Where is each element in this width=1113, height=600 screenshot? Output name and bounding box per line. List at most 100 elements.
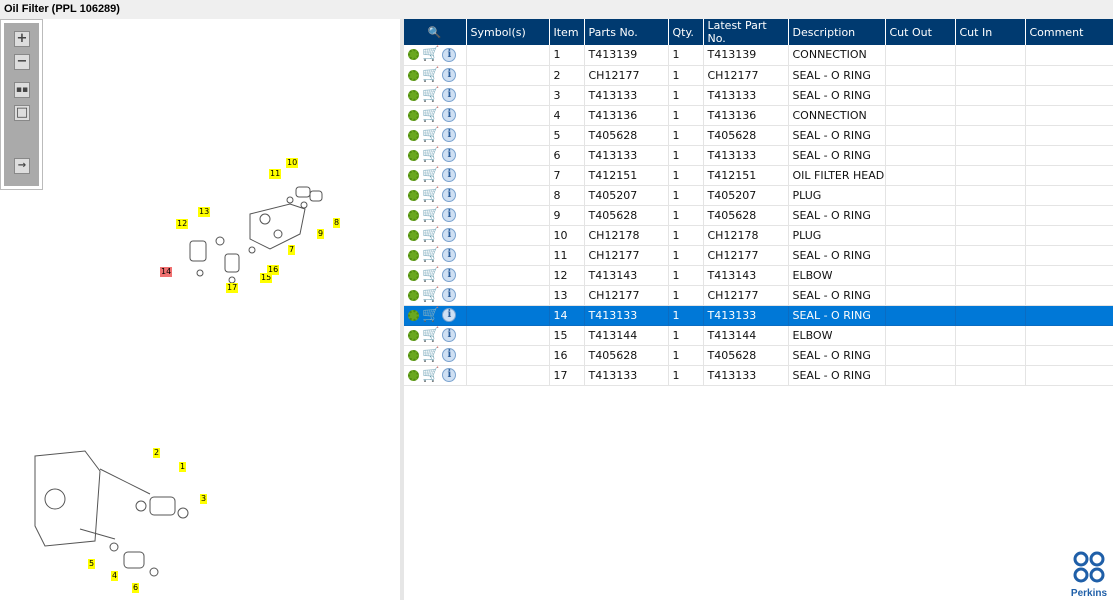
cell-cut-in [955, 105, 1026, 126]
table-row[interactable]: 🛒 i 9 T405628 1 T405628 SEAL - O RING [404, 205, 1113, 226]
info-icon[interactable]: i [442, 88, 457, 102]
settings-gear-icon[interactable] [408, 69, 419, 81]
cart-icon[interactable]: 🛒 [422, 248, 439, 262]
info-icon[interactable]: i [442, 328, 457, 342]
callout-label[interactable]: 10 [286, 158, 299, 168]
table-row[interactable]: 🛒 i 15 T413144 1 T413144 ELBOW [404, 325, 1113, 346]
callout-label[interactable]: 13 [198, 207, 211, 217]
info-icon[interactable]: i [442, 128, 457, 142]
table-row[interactable]: 🛒 i 14 T413133 1 T413133 SEAL - O RING [404, 305, 1113, 326]
table-row[interactable]: 🛒 i 4 T413136 1 T413136 CONNECTION [404, 105, 1113, 126]
settings-gear-icon[interactable] [408, 189, 419, 201]
info-icon[interactable]: i [442, 68, 457, 82]
column-header[interactable]: Cut In [955, 19, 1026, 45]
table-row[interactable]: 🛒 i 16 T405628 1 T405628 SEAL - O RING [404, 345, 1113, 366]
settings-gear-icon[interactable] [408, 309, 419, 321]
info-icon[interactable]: i [442, 188, 457, 202]
cart-icon[interactable]: 🛒 [422, 68, 439, 82]
callout-label[interactable]: 16 [267, 265, 280, 275]
cart-icon[interactable]: 🛒 [422, 368, 439, 382]
settings-gear-icon[interactable] [408, 289, 419, 301]
column-header[interactable]: Latest Part No. [703, 19, 789, 45]
info-icon[interactable]: i [442, 168, 457, 182]
cart-icon[interactable]: 🛒 [422, 148, 439, 162]
column-header[interactable]: Qty. [668, 19, 704, 45]
callout-label[interactable]: 8 [333, 218, 341, 228]
cart-icon[interactable]: 🛒 [422, 308, 439, 322]
callout-label[interactable]: 9 [317, 229, 325, 239]
settings-gear-icon[interactable] [408, 209, 419, 221]
cart-icon[interactable]: 🛒 [422, 168, 439, 182]
cell-cut-in [955, 245, 1026, 266]
table-row[interactable]: 🛒 i 11 CH12177 1 CH12177 SEAL - O RING [404, 245, 1113, 266]
table-row[interactable]: 🛒 i 2 CH12177 1 CH12177 SEAL - O RING [404, 65, 1113, 86]
info-icon[interactable]: i [442, 47, 457, 62]
callout-label[interactable]: 5 [88, 559, 96, 569]
settings-gear-icon[interactable] [408, 229, 419, 241]
settings-gear-icon[interactable] [408, 109, 419, 121]
settings-gear-icon[interactable] [408, 169, 419, 181]
settings-gear-icon[interactable] [408, 89, 419, 101]
info-icon[interactable]: i [442, 148, 457, 162]
callout-label[interactable]: 14 [160, 267, 173, 277]
settings-gear-icon[interactable] [408, 349, 419, 361]
cart-icon[interactable]: 🛒 [422, 208, 439, 222]
callout-label[interactable]: 11 [269, 169, 282, 179]
table-row[interactable]: 🛒 i 7 T412151 1 T412151 OIL FILTER HEAD [404, 165, 1113, 186]
callout-label[interactable]: 7 [288, 245, 296, 255]
row-actions: 🛒 i [404, 185, 467, 206]
column-header[interactable]: Parts No. [584, 19, 669, 45]
cart-icon[interactable]: 🛒 [422, 188, 439, 202]
settings-gear-icon[interactable] [408, 269, 419, 281]
info-icon[interactable]: i [442, 308, 457, 322]
cart-icon[interactable]: 🛒 [422, 228, 439, 242]
table-row[interactable]: 🛒 i 17 T413133 1 T413133 SEAL - O RING [404, 365, 1113, 386]
table-row[interactable]: 🛒 i 10 CH12178 1 CH12178 PLUG [404, 225, 1113, 246]
zoom-to-part-header-icon[interactable]: 🔍 [404, 19, 467, 45]
info-icon[interactable]: i [442, 228, 457, 242]
info-icon[interactable]: i [442, 248, 457, 262]
callout-label[interactable]: 6 [132, 583, 140, 593]
cart-icon[interactable]: 🛒 [422, 88, 439, 102]
callout-label[interactable]: 17 [226, 283, 239, 293]
cart-icon[interactable]: 🛒 [422, 268, 439, 282]
settings-gear-icon[interactable] [408, 129, 419, 141]
diagram-panel[interactable]: + − ▪▪ □ → 10 11 8 9 7 12 13 14 15 16 17 2 1 3 5 4 6 [0, 19, 400, 600]
column-header[interactable]: Description [788, 19, 886, 45]
table-row[interactable]: 🛒 i 3 T413133 1 T413133 SEAL - O RING [404, 85, 1113, 106]
callout-label[interactable]: 4 [111, 571, 119, 581]
column-header[interactable]: Cut Out [885, 19, 956, 45]
cart-icon[interactable]: 🛒 [422, 128, 439, 142]
settings-gear-icon[interactable] [408, 249, 419, 261]
callout-label[interactable]: 3 [200, 494, 208, 504]
settings-gear-icon[interactable] [408, 49, 419, 61]
table-row[interactable]: 🛒 i 6 T413133 1 T413133 SEAL - O RING [404, 145, 1113, 166]
cell-latest-part-no: T413144 [703, 325, 789, 346]
cart-icon[interactable]: 🛒 [422, 47, 439, 61]
settings-gear-icon[interactable] [408, 149, 419, 161]
column-header[interactable]: Symbol(s) [466, 19, 550, 45]
settings-gear-icon[interactable] [408, 329, 419, 341]
cell-latest-part-no: T405628 [703, 205, 789, 226]
table-row[interactable]: 🛒 i 8 T405207 1 T405207 PLUG [404, 185, 1113, 206]
cart-icon[interactable]: 🛒 [422, 348, 439, 362]
callout-label[interactable]: 2 [153, 448, 161, 458]
callout-label[interactable]: 12 [176, 219, 189, 229]
info-icon[interactable]: i [442, 208, 457, 222]
settings-gear-icon[interactable] [408, 369, 419, 381]
cart-icon[interactable]: 🛒 [422, 328, 439, 342]
info-icon[interactable]: i [442, 288, 457, 302]
table-row[interactable]: 🛒 i 12 T413143 1 T413143 ELBOW [404, 265, 1113, 286]
column-header[interactable]: Item [549, 19, 585, 45]
info-icon[interactable]: i [442, 268, 457, 282]
cart-icon[interactable]: 🛒 [422, 288, 439, 302]
table-row[interactable]: 🛒 i 1 T413139 1 T413139 CONNECTION [404, 45, 1113, 66]
column-header[interactable]: Comment [1025, 19, 1113, 45]
table-row[interactable]: 🛒 i 13 CH12177 1 CH12177 SEAL - O RING [404, 285, 1113, 306]
info-icon[interactable]: i [442, 348, 457, 362]
cart-icon[interactable]: 🛒 [422, 108, 439, 122]
table-row[interactable]: 🛒 i 5 T405628 1 T405628 SEAL - O RING [404, 125, 1113, 146]
info-icon[interactable]: i [442, 368, 457, 382]
info-icon[interactable]: i [442, 108, 457, 122]
callout-label[interactable]: 1 [179, 462, 187, 472]
